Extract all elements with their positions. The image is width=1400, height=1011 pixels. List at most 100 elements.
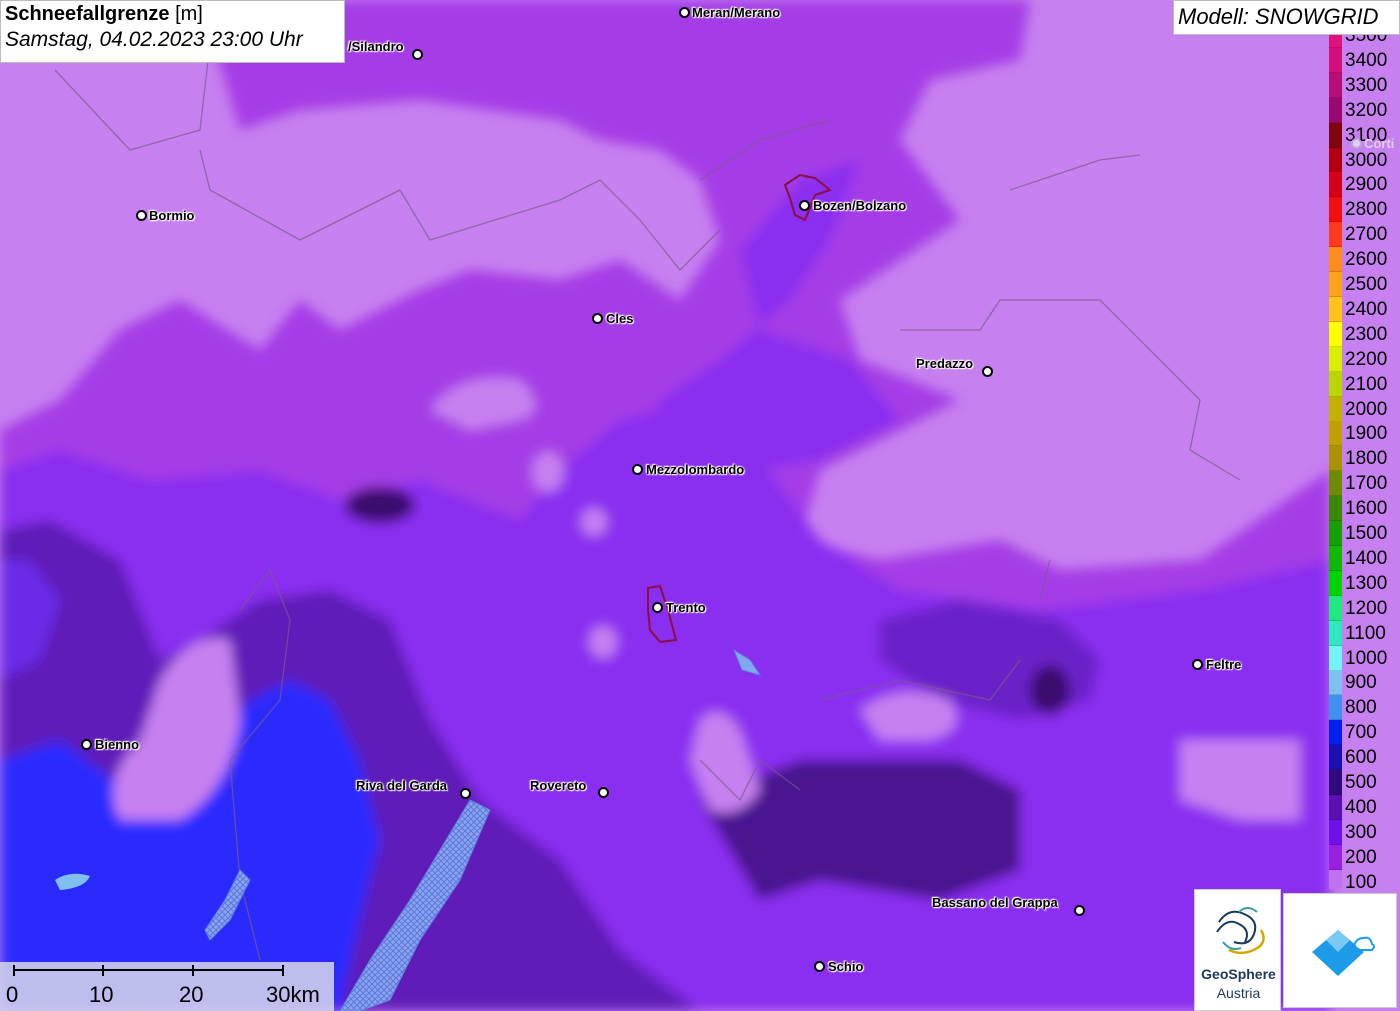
legend-label: 1800 [1345, 448, 1388, 470]
legend-swatch [1329, 47, 1342, 73]
legend-label: 3300 [1345, 74, 1388, 96]
city-marker[interactable] [598, 787, 609, 798]
scale-tick-30km: 30km [266, 982, 320, 1007]
logo-text-geosphere: GeoSphere [1201, 966, 1276, 982]
legend-item: 3200 [1329, 97, 1400, 123]
spot-100-f [532, 452, 564, 492]
geosphere-logo[interactable]: GeoSphere Austria [1194, 889, 1281, 1011]
legend-swatch [1329, 844, 1342, 870]
legend-item: 2800 [1329, 197, 1400, 223]
legend-swatch [1329, 595, 1342, 621]
spot-100-g [589, 626, 617, 658]
legend-swatch [1329, 421, 1342, 447]
city-marker[interactable] [460, 788, 471, 799]
legend-label: 800 [1345, 697, 1377, 719]
geosphere-logo-icon [1216, 907, 1265, 955]
city-label: Meran/Merano [692, 5, 781, 20]
legend-label: 3400 [1345, 49, 1388, 71]
legend-item: 2300 [1329, 321, 1400, 347]
map-title: Schneefallgrenze [m] [5, 3, 203, 25]
legend-label: 1500 [1345, 523, 1388, 544]
legend-swatch [1329, 321, 1342, 347]
legend-swatch [1329, 570, 1342, 596]
legend-swatch [1329, 695, 1342, 721]
legend-label: 1600 [1345, 498, 1388, 520]
legend-swatch [1329, 446, 1342, 472]
legend-label: 2100 [1345, 373, 1388, 395]
city-label: Bienno [95, 737, 140, 752]
city-marker[interactable] [799, 200, 810, 211]
legend-label: 600 [1345, 747, 1377, 769]
city-marker[interactable] [982, 366, 993, 377]
city-label: Corti [1364, 136, 1395, 151]
legend-swatch [1329, 72, 1342, 98]
legend-label: 2000 [1345, 398, 1388, 420]
snowfall-limit-map[interactable] [0, 0, 1400, 1011]
legend-label: 2300 [1345, 323, 1388, 345]
legend-swatch [1329, 819, 1342, 845]
city-marker[interactable] [679, 7, 690, 18]
city-marker[interactable] [1074, 905, 1085, 916]
legend-swatch [1329, 197, 1342, 223]
legend-swatch [1329, 745, 1342, 771]
legend-label: 3000 [1345, 149, 1388, 171]
legend-item: 800 [1329, 695, 1400, 721]
city-label: Riva del Garda [356, 778, 448, 793]
city-marker[interactable] [652, 602, 663, 613]
legend-item: 2700 [1329, 222, 1400, 248]
city-label: Feltre [1206, 657, 1242, 672]
legend-item: 2500 [1329, 272, 1400, 297]
legend-item: 3000 [1329, 147, 1400, 173]
city-marker[interactable] [1351, 138, 1362, 149]
legend-item: 1300 [1329, 570, 1400, 596]
legend-label: 1900 [1345, 423, 1388, 445]
title-box: Schneefallgrenze [m] Samstag, 04.02.2023… [0, 0, 345, 63]
city-marker[interactable] [814, 961, 825, 972]
legend-label: 300 [1345, 821, 1377, 843]
legend-item: 300 [1329, 819, 1400, 845]
legend-swatch [1329, 396, 1342, 422]
legend-label: 2600 [1345, 249, 1388, 271]
legend-label: 1100 [1345, 622, 1386, 644]
legend-item: 900 [1329, 670, 1400, 696]
legend-swatch [1329, 272, 1342, 297]
legend-label: 1400 [1345, 547, 1388, 569]
model-label: Modell: SNOWGRID [1173, 0, 1400, 35]
spot-500-a [345, 487, 415, 523]
app-logo[interactable] [1283, 893, 1397, 1008]
legend-label: 900 [1345, 672, 1377, 694]
legend-label: 3500 [1345, 35, 1388, 46]
city-label: Rovereto [530, 778, 587, 793]
legend-item: 2000 [1329, 396, 1400, 422]
city-marker[interactable] [412, 49, 423, 60]
legend-item: 2200 [1329, 346, 1400, 372]
scale-tick-10: 10 [89, 982, 114, 1007]
legend-swatch [1329, 346, 1342, 372]
city-marker[interactable] [81, 739, 92, 750]
legend-swatch [1329, 222, 1342, 248]
legend-swatch [1329, 645, 1342, 671]
spot-500-b [1030, 665, 1070, 715]
legend-item: 2100 [1329, 371, 1400, 397]
legend-item: 1100 [1329, 620, 1400, 646]
legend-swatch [1329, 545, 1342, 571]
city-marker[interactable] [632, 464, 643, 475]
legend-swatch [1329, 496, 1342, 522]
city-marker[interactable] [136, 210, 147, 221]
legend-label: 2400 [1345, 298, 1388, 320]
legend-label: 3200 [1345, 99, 1388, 121]
city-label: Trento [666, 600, 706, 615]
city-marker[interactable] [592, 313, 603, 324]
city-marker[interactable] [1192, 659, 1203, 670]
scale-tick-0: 0 [6, 982, 19, 1007]
legend-label: 2900 [1345, 174, 1388, 196]
legend-label: 200 [1345, 846, 1377, 868]
map-datetime: Samstag, 04.02.2023 23:00 Uhr [5, 28, 303, 51]
legend-swatch [1329, 371, 1342, 397]
legend-swatch [1329, 869, 1342, 889]
legend-label: 100 [1345, 871, 1377, 889]
legend-label: 1300 [1345, 572, 1388, 594]
legend-swatch [1329, 770, 1342, 795]
legend-label: 1700 [1345, 473, 1388, 495]
legend-swatch [1329, 122, 1342, 148]
